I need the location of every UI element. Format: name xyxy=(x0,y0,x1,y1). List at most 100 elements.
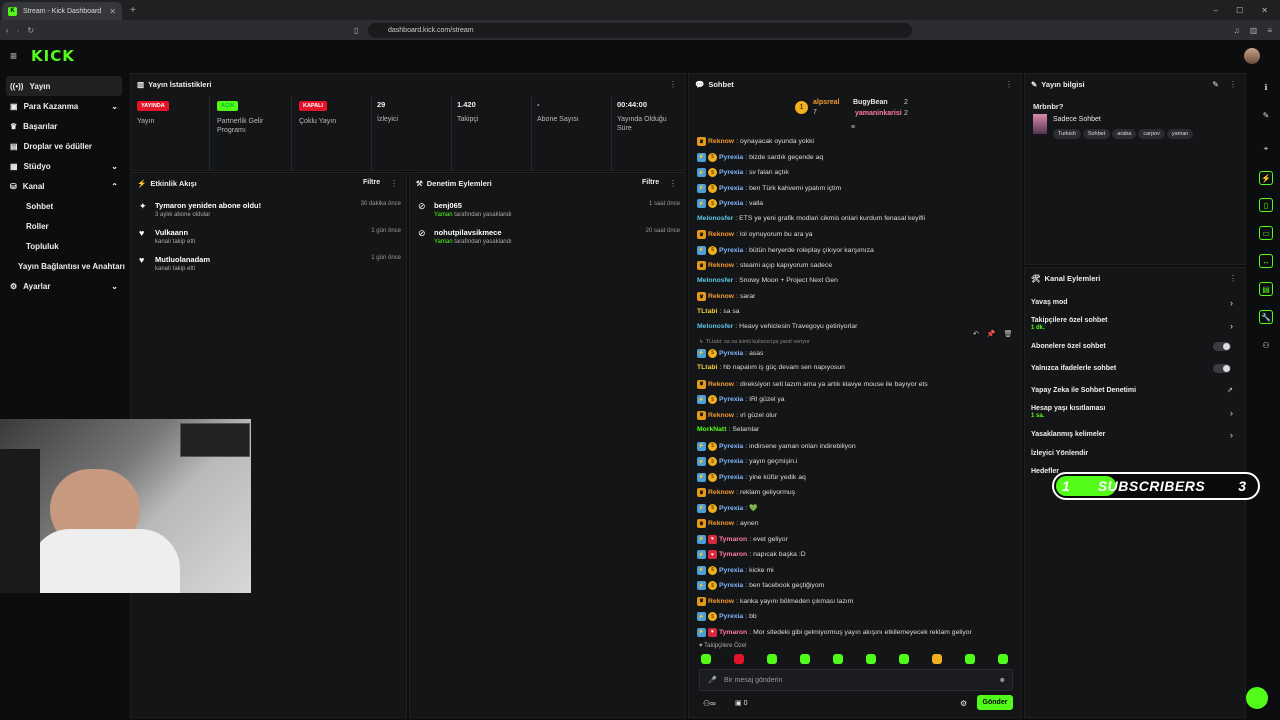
chat-message[interactable]: ⚡ ♥ Tymaron: evet geliyor xyxy=(697,534,788,544)
sidebar-item-basarilar[interactable]: ♛ Başarılar xyxy=(0,116,128,136)
chat-message[interactable]: Melonosfer: Snowy Moon + Project Next Ge… xyxy=(697,277,838,284)
chat-message[interactable]: ⚡ $ Pyrexia: bizde sardık geçende aq xyxy=(697,152,823,162)
chat-username[interactable]: Tymaron xyxy=(719,551,747,558)
send-button[interactable]: Gönder xyxy=(977,695,1013,710)
chat-message[interactable]: TLtabi: hb napalım iş güç devam sen napı… xyxy=(697,364,845,371)
chat-username[interactable]: Melonosfer xyxy=(697,323,733,330)
raid-row[interactable]: İzleyici Yönlendir xyxy=(1031,450,1088,457)
chat-message[interactable]: ⚡ ♥ Tymaron: napıcak başka :D xyxy=(697,550,806,559)
emote-icon[interactable] xyxy=(932,654,942,664)
emote-icon[interactable] xyxy=(899,654,909,664)
chat-message[interactable]: ⚡ $ Pyrexia: ben facebook geçtiğiyom xyxy=(697,581,824,590)
chat-username[interactable]: Pyrexia xyxy=(719,154,743,161)
chat-message[interactable]: ♛ Reknow: steami açıp kapıyorum sadece xyxy=(697,261,832,270)
chat-message[interactable]: ♛ Reknow: sarar xyxy=(697,292,755,301)
sidebar-item-sohbet[interactable]: Sohbet xyxy=(0,196,128,216)
chat-username[interactable]: Reknow xyxy=(708,412,734,419)
chat-username[interactable]: Reknow xyxy=(708,598,734,605)
sidebar-item-yayin[interactable]: ((•)) Yayın xyxy=(6,76,122,96)
pin-message-icon[interactable]: 📌 xyxy=(987,330,996,338)
pencil-icon[interactable]: ✎ xyxy=(1259,108,1273,122)
sidebar-item-para-kazanma[interactable]: ▣ Para Kazanma ⌄ xyxy=(0,96,128,116)
chat-username[interactable]: Pyrexia xyxy=(719,350,743,357)
chat-message[interactable]: Melonosfer: Heavy vehiclesin Travegoyu g… xyxy=(697,323,857,330)
menu-icon[interactable]: ≡ xyxy=(1267,26,1272,35)
filter-button[interactable]: Filtre xyxy=(363,179,380,186)
chevron-right-icon[interactable]: › xyxy=(1230,298,1233,308)
more-options-icon[interactable]: ⋮ xyxy=(390,179,398,188)
chevron-right-icon[interactable]: › xyxy=(1230,430,1233,440)
chat-username[interactable]: Pyrexia xyxy=(719,567,743,574)
chat-username[interactable]: Reknow xyxy=(708,293,734,300)
chat-message[interactable]: ⚡ $ Pyrexia: bb xyxy=(697,612,757,621)
sidebar-item-droplar[interactable]: ▤ Droplar ve ödüller xyxy=(0,136,128,156)
url-field[interactable]: dashboard.kick.com/stream xyxy=(368,22,912,38)
more-options-icon[interactable]: ⋮ xyxy=(1229,274,1237,283)
chat-message[interactable]: ⚡ $ Pyrexia: 💚 xyxy=(697,503,758,513)
chat-message[interactable]: ⚡ $ Pyrexia: kicke mi xyxy=(697,565,774,575)
chat-message[interactable]: ⚡ ♥ Tymaron: Mor sitedeki gibi gelmiyormuş… xyxy=(697,627,972,637)
arrows-icon[interactable]: ↔ xyxy=(1259,254,1273,268)
chat-settings-icon[interactable]: ⚙ xyxy=(960,699,967,708)
reply-context[interactable]: ↳ TLtabi: sa sa isimli kullanıcıya yanıt… xyxy=(699,339,810,345)
chat-username[interactable]: Reknow xyxy=(708,381,734,388)
chat-message[interactable]: Melonosfer: ETS ye yeni grafik modlari c… xyxy=(697,215,925,222)
tag[interactable]: Turkish xyxy=(1053,129,1081,139)
more-options-icon[interactable]: ⋮ xyxy=(1005,80,1013,89)
emote-icon[interactable] xyxy=(701,654,711,664)
emote-icon[interactable] xyxy=(833,654,843,664)
chat-username[interactable]: Reknow xyxy=(708,520,734,527)
chat-message[interactable]: ⚡ $ Pyrexia: yine küfür yedik aq xyxy=(697,472,806,482)
chat-username[interactable]: Tymaron xyxy=(719,536,747,543)
chat-message[interactable]: ⚡ $ Pyrexia: yayın geçmişin.i xyxy=(697,457,797,466)
browser-tab[interactable]: K Stream - Kick Dashboard ✕ xyxy=(2,2,122,20)
user-avatar[interactable] xyxy=(1244,48,1260,64)
calendar-icon[interactable]: ▤ xyxy=(1259,282,1273,296)
more-options-icon[interactable]: ⋮ xyxy=(669,80,677,89)
chat-input[interactable]: 🎤 Bir mesaj gönderin ☻ xyxy=(699,669,1013,691)
stream-category[interactable]: Sadece Sohbet xyxy=(1053,116,1101,123)
chat-username[interactable]: Pyrexia xyxy=(719,613,743,620)
chat-message[interactable]: TLtabi: sa sa xyxy=(697,308,740,315)
external-link-icon[interactable]: ⇗ xyxy=(1227,386,1233,394)
account-age-row[interactable]: Hesap yaşı kısıtlaması 1 sa. xyxy=(1031,405,1105,419)
info-icon[interactable]: ℹ xyxy=(1259,80,1273,94)
chat-username[interactable]: Tymaron xyxy=(719,629,747,636)
emote-icon[interactable] xyxy=(866,654,876,664)
lightning-icon[interactable]: ⚡ xyxy=(1259,171,1273,185)
chat-message[interactable]: ♛ Reknow: ırl güzel olur xyxy=(697,410,777,420)
help-button[interactable] xyxy=(1246,687,1268,709)
emote-icon[interactable] xyxy=(965,654,975,664)
new-tab-icon[interactable]: + xyxy=(130,5,136,16)
chat-message[interactable]: ♛ Reknow: oynayacak oyunda yokki xyxy=(697,137,814,146)
chat-username[interactable]: TLtabi xyxy=(697,308,717,315)
sidebar-item-topluluk[interactable]: Topluluk xyxy=(0,236,128,256)
chat-username[interactable]: Pyrexia xyxy=(719,443,743,450)
chat-username[interactable]: Pyrexia xyxy=(719,505,743,512)
emoji-icon[interactable]: ☻ xyxy=(999,677,1006,684)
chat-message[interactable]: ⚡ $ Pyrexia: valla xyxy=(697,199,763,208)
tag[interactable]: yaman xyxy=(1166,129,1194,139)
chevron-right-icon[interactable]: › xyxy=(1230,321,1233,331)
chat-message[interactable]: ♛ Reknow: kanka yayını bölmeden çıkması l… xyxy=(697,596,853,606)
sidebar-item-roller[interactable]: Roller xyxy=(0,216,128,236)
emote-only-toggle[interactable] xyxy=(1213,364,1231,373)
chat-username[interactable]: Reknow xyxy=(708,138,734,145)
sidebar-item-studyo[interactable]: ▦ Stüdyo ⌄ xyxy=(0,156,128,176)
gift-count-icon[interactable]: ▣ 0 xyxy=(735,699,747,707)
ai-moderation-row[interactable]: Yapay Zeka ile Sohbet Denetimi xyxy=(1031,387,1136,394)
sidebar-item-kanal[interactable]: ⛁ Kanal ⌃ xyxy=(0,176,128,196)
chat-message[interactable]: ⚡ $ Pyrexia: asas xyxy=(697,348,763,358)
emote-icon[interactable] xyxy=(734,654,744,664)
chat-message[interactable]: ⚡ $ Pyrexia: ben Türk kahvemi ypatım içtim xyxy=(697,183,841,193)
reload-icon[interactable]: ↻ xyxy=(27,26,34,35)
sidebar-item-ayarlar[interactable]: ⚙ Ayarlar ⌄ xyxy=(0,276,128,296)
chat-username[interactable]: Pyrexia xyxy=(719,396,743,403)
users-icon[interactable]: ⚇∞ xyxy=(703,699,716,708)
emote-icon[interactable] xyxy=(767,654,777,664)
more-options-icon[interactable]: ⋮ xyxy=(1229,80,1237,89)
back-icon[interactable]: ‹ xyxy=(6,26,9,35)
chat-username[interactable]: Reknow xyxy=(708,262,734,269)
delete-icon[interactable]: 🗑 xyxy=(1004,330,1013,338)
emote-icon[interactable] xyxy=(800,654,810,664)
